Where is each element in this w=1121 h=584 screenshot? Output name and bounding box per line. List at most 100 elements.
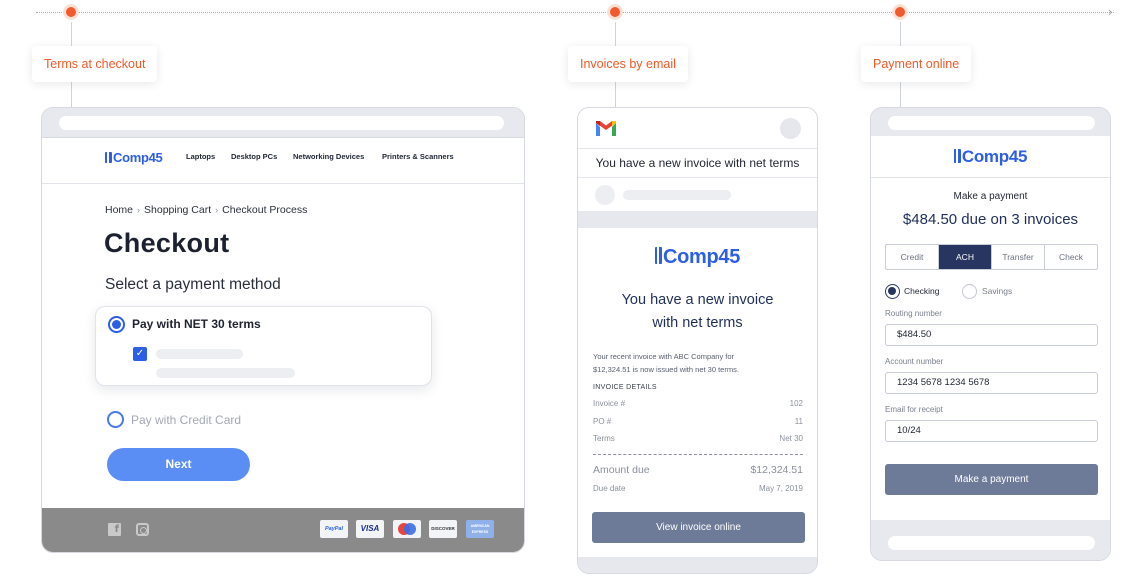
- payment-method-tabs: Credit ACH Transfer Check: [885, 244, 1098, 270]
- step-dot-3: [892, 4, 908, 20]
- avatar[interactable]: [780, 118, 801, 139]
- footer-bar: [888, 536, 1095, 550]
- site-footer: f PayPal VISA DISCOVER AMERICAN EXPRESS: [42, 508, 524, 552]
- email-logo: Comp45: [578, 246, 817, 269]
- routing-number-input[interactable]: $484.50: [885, 324, 1098, 346]
- address-bar[interactable]: [59, 116, 504, 130]
- amount-due-label: Amount due: [593, 464, 650, 476]
- tab-credit[interactable]: Credit: [886, 245, 939, 269]
- chevron-right-icon: ›: [137, 205, 141, 215]
- page-title: Checkout: [104, 228, 230, 258]
- detail-label: Invoice #: [593, 399, 626, 408]
- breadcrumb-current: Checkout Process: [222, 204, 308, 216]
- credit-card-label: Pay with Credit Card: [131, 413, 242, 427]
- due-date-value: May 7, 2019: [758, 484, 803, 493]
- invoice-detail-row: Terms Net 30: [593, 434, 803, 443]
- tab-ach[interactable]: ACH: [939, 245, 992, 269]
- make-payment-button[interactable]: Make a payment: [885, 464, 1098, 495]
- due-date-label: Due date: [593, 484, 626, 493]
- nav-link-desktops[interactable]: Desktop PCs: [231, 152, 277, 161]
- mastercard-logo: [393, 520, 421, 538]
- checking-radio[interactable]: [885, 284, 900, 299]
- tab-transfer[interactable]: Transfer: [992, 245, 1045, 269]
- placeholder-line: [156, 368, 295, 378]
- address-bar[interactable]: [888, 116, 1095, 130]
- header-divider: [871, 177, 1110, 178]
- step-connector: [900, 22, 901, 46]
- email-receipt-label: Email for receipt: [885, 405, 943, 414]
- timeline-line: [36, 12, 1114, 13]
- instagram-icon[interactable]: [136, 523, 149, 536]
- detail-label: PO #: [593, 417, 612, 426]
- next-button[interactable]: Next: [107, 448, 250, 481]
- amount-due-row: Amount due $12,324.51: [593, 464, 803, 476]
- email-receipt-input[interactable]: 10/24: [885, 420, 1098, 442]
- nav-link-printers[interactable]: Printers & Scanners: [382, 152, 454, 161]
- visa-logo: VISA: [356, 520, 384, 538]
- detail-value: 102: [789, 399, 803, 408]
- invoice-detail-row: PO # 11: [593, 417, 803, 426]
- breadcrumb-home[interactable]: Home: [105, 204, 133, 216]
- checking-label: Checking: [904, 286, 940, 296]
- invoice-details-heading: INVOICE DETAILS: [593, 384, 657, 391]
- detail-value: Net 30: [779, 434, 803, 443]
- tab-check[interactable]: Check: [1045, 245, 1097, 269]
- sender-avatar: [595, 185, 615, 205]
- discover-logo: DISCOVER: [429, 520, 457, 538]
- email-headline: You have a new invoice with net terms: [578, 289, 817, 335]
- email-message-line: $12,324.51 is now issued with net 30 ter…: [593, 365, 739, 374]
- payment-subtitle: Make a payment: [953, 191, 1028, 202]
- nav-link-laptops[interactable]: Laptops: [186, 152, 215, 161]
- credit-card-radio[interactable]: [107, 411, 124, 428]
- view-invoice-button[interactable]: View invoice online: [592, 512, 805, 543]
- invoice-detail-row: Invoice # 102: [593, 399, 803, 408]
- net-terms-radio[interactable]: [108, 316, 125, 333]
- breadcrumb: Home › Shopping Cart › Checkout Process: [105, 204, 307, 216]
- step-label-payment: Payment online: [861, 46, 972, 82]
- nav-link-networking[interactable]: Networking Devices: [293, 152, 364, 161]
- email-subject: You have a new invoice with net terms: [578, 148, 817, 178]
- step-dot-1: [63, 4, 79, 20]
- step-connector: [71, 82, 72, 107]
- mail-footer-band: [578, 557, 817, 573]
- facebook-icon[interactable]: f: [108, 523, 121, 536]
- browser-chrome: [871, 108, 1110, 136]
- step-connector: [900, 82, 901, 107]
- step-connector: [71, 22, 72, 46]
- paypal-logo: PayPal: [320, 520, 348, 538]
- step-connector: [615, 82, 616, 107]
- checkout-window: Comp45 Laptops Desktop PCs Networking De…: [41, 107, 525, 553]
- site-logo[interactable]: Comp45: [105, 150, 163, 165]
- breadcrumb-cart[interactable]: Shopping Cart: [144, 204, 211, 216]
- step-connector: [615, 22, 616, 46]
- net-terms-option-card[interactable]: Pay with NET 30 terms ✓: [95, 306, 432, 386]
- terms-checkbox[interactable]: ✓: [133, 347, 147, 361]
- net-terms-label: Pay with NET 30 terms: [132, 317, 261, 331]
- chevron-right-icon: ›: [215, 205, 219, 215]
- savings-radio[interactable]: [962, 284, 977, 299]
- due-date-row: Due date May 7, 2019: [593, 484, 803, 493]
- site-nav: Comp45: [42, 138, 524, 184]
- savings-label: Savings: [982, 286, 1013, 296]
- step-label-terms: Terms at checkout: [32, 46, 158, 82]
- divider-band: [578, 211, 817, 228]
- amount-due-heading: $484.50 due on 3 invoices: [902, 211, 1079, 228]
- browser-footer: [871, 520, 1110, 560]
- browser-chrome: [42, 108, 524, 138]
- account-number-input[interactable]: 1234 5678 1234 5678: [885, 372, 1098, 394]
- mail-header: [578, 108, 817, 148]
- account-number-label: Account number: [885, 357, 944, 366]
- routing-number-label: Routing number: [885, 309, 942, 318]
- dashed-divider: [593, 454, 803, 455]
- detail-label: Terms: [593, 434, 615, 443]
- email-message-line: Your recent invoice with ABC Company for: [593, 352, 735, 361]
- sender-row: [578, 178, 817, 211]
- payment-method-heading: Select a payment method: [105, 276, 281, 293]
- email-message: Your recent invoice with ABC Company for…: [593, 350, 773, 376]
- placeholder-line: [623, 190, 731, 200]
- step-label-invoices: Invoices by email: [568, 46, 688, 82]
- email-headline-line: with net terms: [652, 315, 743, 331]
- timeline-arrow-icon: ›: [1108, 5, 1113, 19]
- payment-window: Comp45 Make a payment $484.50 due on 3 i…: [870, 107, 1111, 561]
- gmail-icon[interactable]: [595, 120, 617, 137]
